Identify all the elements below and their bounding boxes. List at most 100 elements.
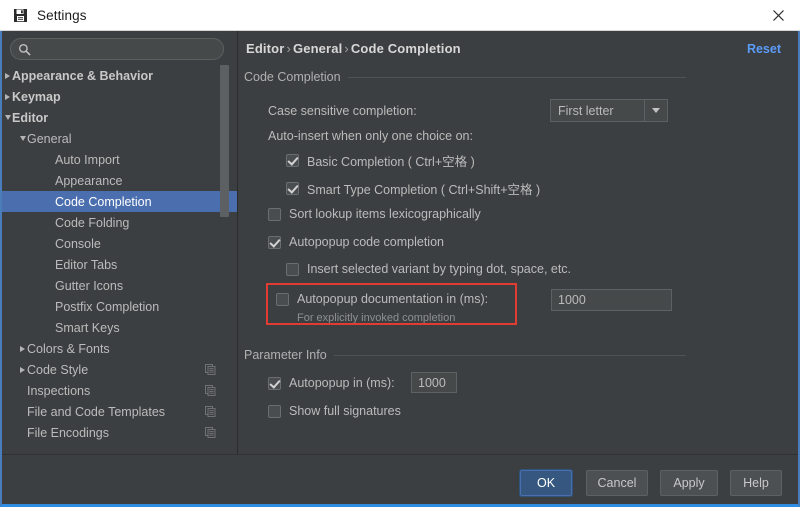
autopopup-documentation-row[interactable]: Autopopup documentation in (ms): — [276, 292, 488, 306]
sidebar-item-label: Smart Keys — [55, 320, 120, 335]
chevron-down-icon[interactable] — [644, 100, 667, 121]
window-title: Settings — [37, 7, 87, 23]
group-parameter-info: Parameter Info — [244, 346, 686, 364]
autopopup-documentation-input[interactable] — [551, 289, 672, 311]
dialog-body: Appearance & Behavior Keymap Editor General… — [0, 31, 800, 507]
auto-insert-label: Auto-insert when only one choice on: — [268, 129, 473, 143]
smart-type-completion-row[interactable]: Smart Type Completion ( Ctrl+Shift+空格 ) — [286, 179, 540, 198]
sidebar-scrollbar-thumb[interactable] — [220, 65, 229, 217]
sidebar-item-file-and-code-templates[interactable]: File and Code Templates — [2, 401, 238, 422]
group-header-parameter-info: Parameter Info — [244, 346, 686, 364]
chevron-right-icon[interactable] — [17, 364, 28, 375]
sidebar-item-postfix-completion[interactable]: Postfix Completion — [2, 296, 238, 317]
copy-settings-icon — [205, 364, 216, 375]
sidebar-item-code-completion[interactable]: Code Completion — [2, 191, 238, 212]
insert-selected-variant-label: Insert selected variant by typing dot, s… — [307, 262, 572, 276]
apply-button[interactable]: Apply — [660, 470, 718, 496]
show-full-signatures-checkbox[interactable] — [268, 404, 281, 418]
sidebar-item-label: Auto Import — [55, 152, 120, 167]
group-rule — [347, 76, 686, 78]
basic-completion-row[interactable]: Basic Completion ( Ctrl+空格 ) — [286, 151, 475, 170]
sidebar-item-gutter-icons[interactable]: Gutter Icons — [2, 275, 238, 296]
sidebar-item-editor-tabs[interactable]: Editor Tabs — [2, 254, 238, 275]
sort-lookup-items-label: Sort lookup items lexicographically — [289, 207, 481, 221]
chevron-right-icon[interactable] — [17, 343, 28, 354]
sidebar-item-inspections[interactable]: Inspections — [2, 380, 238, 401]
sidebar-item-label: Appearance — [55, 173, 123, 188]
parameter-autopopup-label: Autopopup in (ms): — [289, 376, 395, 390]
sidebar-item-label: Keymap — [12, 89, 61, 104]
close-icon[interactable] — [756, 0, 800, 30]
cancel-button[interactable]: Cancel — [586, 470, 648, 496]
sidebar-item-label: Colors & Fonts — [27, 341, 110, 356]
insert-selected-variant-row[interactable]: Insert selected variant by typing dot, s… — [286, 262, 571, 276]
case-sensitive-completion-row: Case sensitive completion: — [268, 104, 417, 118]
sort-lookup-items-row[interactable]: Sort lookup items lexicographically — [268, 207, 481, 221]
sidebar-item-label: File Encodings — [27, 425, 109, 440]
group-title: Code Completion — [244, 70, 341, 84]
sidebar-item-keymap[interactable]: Keymap — [2, 86, 238, 107]
autopopup-documentation-label: Autopopup documentation in (ms): — [297, 292, 489, 306]
chevron-right-icon[interactable] — [2, 91, 13, 102]
parameter-autopopup-row[interactable]: Autopopup in (ms): — [268, 376, 395, 390]
autopopup-documentation-hint: For explicitly invoked completion — [297, 312, 456, 324]
sidebar-item-appearance-behavior[interactable]: Appearance & Behavior — [2, 65, 238, 86]
auto-insert-label-row: Auto-insert when only one choice on: — [268, 129, 473, 143]
reset-link[interactable]: Reset — [747, 42, 781, 56]
basic-completion-checkbox[interactable] — [286, 154, 299, 167]
help-button[interactable]: Help — [730, 470, 782, 496]
breadcrumb-part-code-completion: Code Completion — [350, 41, 461, 56]
autopopup-code-completion-row[interactable]: Autopopup code completion — [268, 235, 444, 249]
sidebar-item-file-encodings[interactable]: File Encodings — [2, 422, 238, 443]
sidebar-item-label: Code Completion — [55, 194, 152, 209]
breadcrumb-part-editor[interactable]: Editor — [246, 41, 284, 56]
sidebar-item-editor[interactable]: Editor — [2, 107, 238, 128]
smart-type-completion-checkbox[interactable] — [286, 182, 299, 195]
parameter-autopopup-input[interactable] — [411, 372, 457, 393]
case-sensitive-completion-label: Case sensitive completion: — [268, 104, 417, 118]
dialog-footer: OK Cancel Apply Help — [2, 454, 798, 504]
sidebar-item-label: Code Folding — [55, 215, 130, 230]
parameter-autopopup-checkbox[interactable] — [268, 376, 281, 390]
show-full-signatures-row[interactable]: Show full signatures — [268, 404, 401, 418]
show-full-signatures-label: Show full signatures — [289, 404, 401, 418]
chevron-down-icon[interactable] — [17, 133, 28, 144]
breadcrumb-part-general[interactable]: General — [293, 41, 342, 56]
sidebar-item-label: File and Code Templates — [27, 404, 166, 419]
sidebar-item-label: Console — [55, 236, 101, 251]
sidebar-item-general[interactable]: General — [2, 128, 238, 149]
smart-type-completion-label: Smart Type Completion ( Ctrl+Shift+空格 ) — [307, 183, 541, 197]
search-icon — [18, 43, 31, 56]
sidebar-item-colors-fonts[interactable]: Colors & Fonts — [2, 338, 238, 359]
sidebar-item-label: General — [27, 131, 72, 146]
ok-button[interactable]: OK — [520, 470, 572, 496]
sort-lookup-items-checkbox[interactable] — [268, 207, 281, 221]
sidebar-item-code-style[interactable]: Code Style — [2, 359, 238, 380]
search-input[interactable] — [31, 39, 223, 59]
settings-sidebar: Appearance & Behavior Keymap Editor General… — [2, 31, 238, 454]
case-sensitive-completion-dropdown[interactable]: First letter — [550, 99, 668, 122]
group-header-code-completion: Code Completion — [244, 68, 686, 86]
case-sensitive-completion-value: First letter — [558, 103, 614, 118]
search-field-wrapper — [10, 38, 224, 60]
sidebar-item-auto-import[interactable]: Auto Import — [2, 149, 238, 170]
sidebar-item-smart-keys[interactable]: Smart Keys — [2, 317, 238, 338]
basic-completion-label: Basic Completion ( Ctrl+空格 ) — [307, 155, 475, 169]
sidebar-item-label: Editor Tabs — [55, 257, 118, 272]
title-bar: Settings — [0, 0, 800, 31]
settings-tree[interactable]: Appearance & Behavior Keymap Editor General… — [2, 65, 238, 454]
sidebar-item-label: Postfix Completion — [55, 299, 160, 314]
sidebar-item-console[interactable]: Console — [2, 233, 238, 254]
autopopup-code-completion-checkbox[interactable] — [268, 235, 281, 249]
copy-settings-icon — [205, 427, 216, 438]
chevron-down-icon[interactable] — [2, 112, 13, 123]
sidebar-item-label: Appearance & Behavior — [12, 68, 154, 83]
autopopup-documentation-checkbox[interactable] — [276, 292, 289, 306]
sidebar-scrollbar[interactable] — [220, 65, 229, 450]
chevron-right-icon[interactable] — [2, 70, 13, 81]
sidebar-item-code-folding[interactable]: Code Folding — [2, 212, 238, 233]
insert-selected-variant-checkbox[interactable] — [286, 262, 299, 276]
sidebar-item-label: Code Style — [27, 362, 89, 377]
sidebar-item-appearance[interactable]: Appearance — [2, 170, 238, 191]
search-box[interactable] — [10, 38, 224, 60]
